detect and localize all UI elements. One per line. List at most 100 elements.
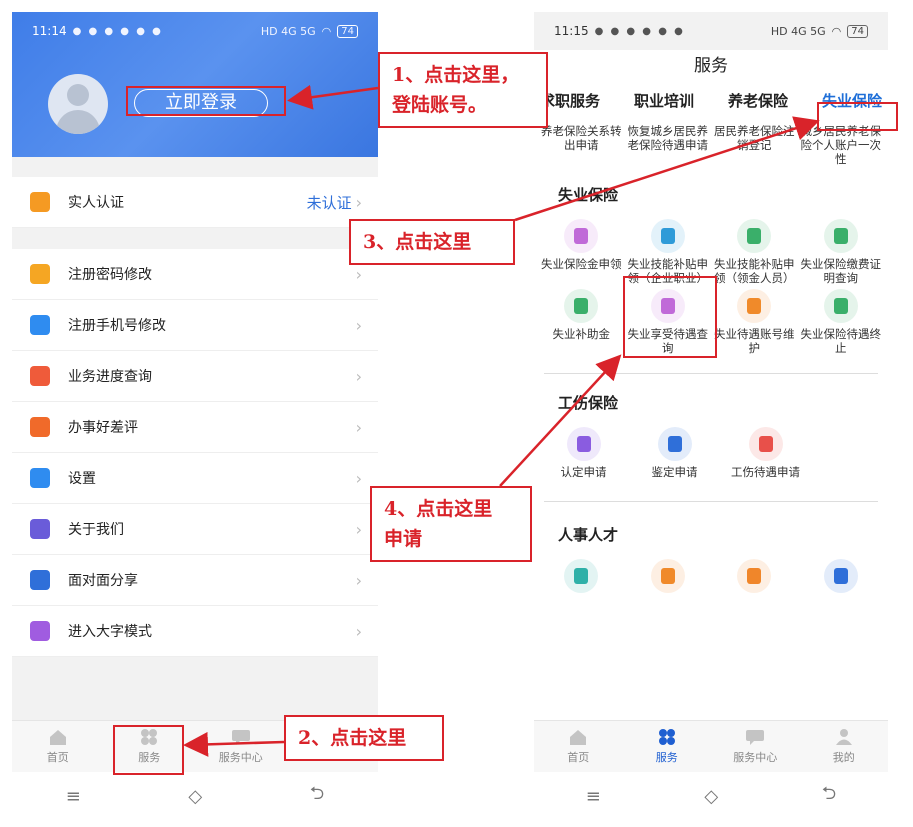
tab-service-center[interactable]: 服务中心	[195, 721, 287, 772]
menu-label: 注册手机号修改	[68, 318, 166, 334]
service-icon	[823, 289, 858, 323]
service-item[interactable]	[798, 559, 885, 597]
service-item[interactable]: 养老保险关系转出申请	[538, 124, 625, 166]
chevron-right-icon: ›	[355, 519, 362, 539]
menu-row[interactable]: 进入大字模式 ›	[12, 606, 378, 657]
menu-row[interactable]: 面对面分享 ›	[12, 555, 378, 606]
home-outline-icon[interactable]: ◇	[704, 786, 718, 807]
service-label: 养老保险关系转出申请	[541, 124, 622, 152]
menu-label: 设置	[68, 471, 96, 487]
service-icon	[737, 289, 772, 323]
left-phone-screen: 11:14 ● ● ● ● ● ● HD 4G 5G ◠ 74 立即登录 实人认证 未…	[12, 12, 378, 772]
big-font-icon	[30, 621, 50, 641]
service-icon	[823, 219, 858, 253]
home-icon	[570, 730, 587, 745]
injury-service-row: 认定申请 鉴定申请 工伤待遇申请	[534, 427, 888, 479]
service-item[interactable]: 失业技能补贴申领（领金人员）	[711, 219, 798, 285]
status-bar: 11:15 ● ● ● ● ● ● HD 4G 5G ◠ 74	[534, 12, 888, 50]
chat-icon	[746, 730, 765, 745]
menu-icon[interactable]: ≡	[586, 786, 601, 807]
verification-status: 未认证	[306, 193, 352, 212]
settings-menu: 注册密码修改 › 注册手机号修改 › 业务进度查询 › 办事好差评 › 设置 › 关于我们 › 面对面分…	[12, 249, 378, 657]
service-item[interactable]: 居民养老保险注销登记	[711, 124, 798, 166]
service-icon	[566, 427, 601, 461]
service-label: 居民养老保险注销登记	[714, 124, 795, 152]
category-tab[interactable]: 养老保险	[728, 90, 788, 111]
service-item[interactable]	[538, 559, 625, 597]
notification-icons: ● ● ● ● ● ●	[594, 25, 685, 37]
menu-label: 关于我们	[68, 522, 124, 538]
service-label: 失业待遇账号维护	[714, 327, 795, 355]
menu-label: 实人认证	[68, 195, 124, 211]
tab-services[interactable]: 服务	[623, 721, 712, 772]
service-label: 失业补助金	[552, 327, 611, 341]
service-label: 认定申请	[560, 465, 607, 479]
service-item[interactable]: 鉴定申请	[629, 427, 720, 479]
service-icon	[657, 427, 692, 461]
id-card-icon	[30, 192, 50, 212]
annotation-step-2: 2、点击这里	[284, 715, 444, 761]
service-item[interactable]	[625, 559, 712, 597]
menu-row[interactable]: 注册手机号修改 ›	[12, 300, 378, 351]
menu-row[interactable]: 办事好差评 ›	[12, 402, 378, 453]
service-item[interactable]: 失业保险缴费证明查询	[798, 219, 885, 285]
service-item[interactable]: 失业补助金	[538, 289, 625, 355]
chevron-right-icon: ›	[355, 264, 362, 284]
services-clover-icon	[658, 729, 675, 745]
menu-icon[interactable]: ≡	[66, 786, 81, 807]
service-label: 恢复城乡居民养老保险待遇申请	[627, 124, 709, 152]
menu-label: 面对面分享	[68, 573, 138, 589]
menu-row[interactable]: 关于我们 ›	[12, 504, 378, 555]
tab-label: 首页	[567, 751, 590, 764]
service-item[interactable]: 失业保险待遇终止	[798, 289, 885, 355]
user-icon	[835, 729, 852, 745]
service-label: 工伤待遇申请	[731, 465, 800, 479]
hourglass-icon	[30, 366, 50, 386]
tab-label: 服务中心	[218, 751, 263, 764]
lotus-icon	[30, 417, 50, 437]
menu-row-real-name[interactable]: 实人认证 未认证 ›	[12, 177, 378, 228]
back-icon[interactable]: ⮌	[310, 781, 324, 811]
highlight-unemployment-tab	[817, 102, 898, 131]
annotation-text: 2、点击这里	[298, 727, 407, 749]
service-item[interactable]	[711, 559, 798, 597]
service-label: 失业保险金申领	[541, 257, 622, 271]
service-item[interactable]: 失业保险金申领	[538, 219, 625, 285]
menu-row[interactable]: 设置 ›	[12, 453, 378, 504]
status-time: 11:14	[32, 24, 67, 38]
phone-icon	[30, 315, 50, 335]
service-icon	[564, 559, 599, 593]
tab-home[interactable]: 首页	[12, 721, 104, 772]
talent-service-row	[534, 559, 888, 597]
network-indicator: HD 4G 5G	[770, 24, 826, 38]
tab-service-center[interactable]: 服务中心	[711, 721, 800, 772]
home-outline-icon[interactable]: ◇	[188, 786, 202, 807]
category-tab[interactable]: 求职服务	[540, 90, 600, 111]
menu-row[interactable]: 注册密码修改 ›	[12, 249, 378, 300]
avatar[interactable]	[48, 74, 108, 134]
annotation-text: 1、点击这里，	[392, 64, 520, 86]
menu-row[interactable]: 业务进度查询 ›	[12, 351, 378, 402]
status-bar: 11:14 ● ● ● ● ● ● HD 4G 5G ◠ 74	[12, 12, 378, 50]
service-icon	[737, 219, 772, 253]
android-nav-bar-left: ≡ ◇ ⮌	[12, 774, 378, 818]
menu-label: 业务进度查询	[68, 369, 152, 385]
service-item[interactable]: 认定申请	[538, 427, 629, 479]
status-time: 11:15	[554, 24, 589, 38]
category-tab[interactable]: 职业培训	[634, 90, 694, 111]
service-icon	[737, 559, 772, 593]
service-label: 失业保险待遇终止	[800, 327, 882, 355]
screenshot-stage: 11:14 ● ● ● ● ● ● HD 4G 5G ◠ 74 立即登录 实人认证 未…	[0, 0, 913, 827]
tab-label: 服务中心	[733, 751, 778, 764]
service-label: 失业保险缴费证明查询	[800, 257, 882, 285]
service-item[interactable]: 工伤待遇申请	[720, 427, 811, 479]
service-label: 失业技能补贴申领（领金人员）	[714, 257, 795, 285]
wifi-icon: ◠	[321, 24, 332, 38]
service-item[interactable]: 失业待遇账号维护	[711, 289, 798, 355]
service-item[interactable]: 恢复城乡居民养老保险待遇申请	[625, 124, 712, 166]
back-icon[interactable]: ⮌	[822, 781, 836, 811]
tab-mine[interactable]: 我的	[800, 721, 889, 772]
tab-home[interactable]: 首页	[534, 721, 623, 772]
highlight-skill-subsidy	[623, 276, 717, 358]
battery-icon: 74	[847, 24, 868, 38]
